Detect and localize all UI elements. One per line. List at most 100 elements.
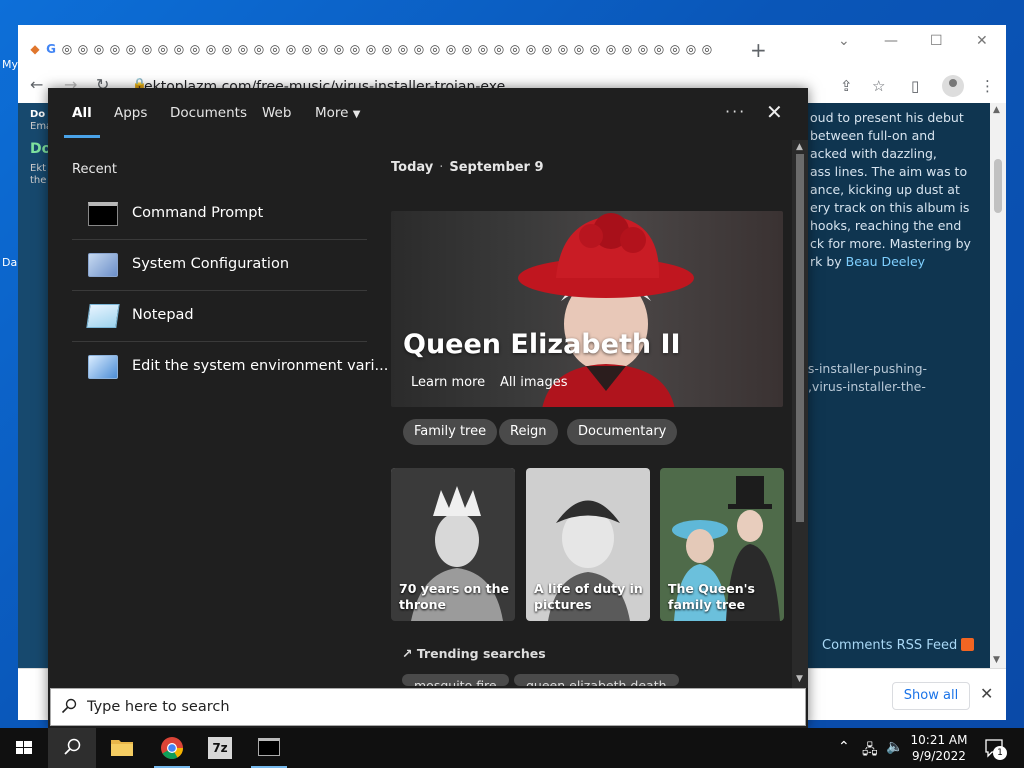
scroll-up-icon[interactable]: ▲ [993, 105, 1000, 115]
minimize-icon[interactable]: — [884, 33, 898, 49]
scroll-down-icon[interactable]: ▼ [993, 655, 1000, 665]
rss-label[interactable]: Comments RSS Feed [822, 638, 957, 653]
tab-favicon-icon[interactable]: ◎ [619, 41, 635, 57]
taskbar-file-explorer[interactable] [98, 728, 146, 768]
search-scroll-thumb[interactable] [796, 154, 804, 522]
menu-kebab-icon[interactable]: ⋮ [980, 77, 995, 95]
maximize-icon[interactable]: ☐ [930, 33, 943, 49]
tab-more[interactable]: More ▼ [315, 105, 360, 121]
bookmark-star-icon[interactable]: ☆ [872, 77, 885, 95]
tab-favicon-icon[interactable]: ◆ [27, 41, 43, 57]
network-icon[interactable]: 🖧 [862, 739, 878, 763]
scroll-up-icon[interactable]: ▲ [796, 142, 803, 152]
tab-favicon-icon[interactable]: ◎ [699, 41, 715, 57]
profile-avatar[interactable] [942, 75, 964, 97]
tab-favicon-icon[interactable]: ◎ [571, 41, 587, 57]
tab-favicon-icon[interactable]: ◎ [251, 41, 267, 57]
tab-favicon-icon[interactable]: ◎ [603, 41, 619, 57]
card-70-years[interactable]: 70 years on the throne [391, 468, 515, 621]
tab-favicon-icon[interactable]: ◎ [555, 41, 571, 57]
queen-hero-card[interactable]: Queen Elizabeth II Learn more All images [391, 211, 783, 407]
tab-favicon-icon[interactable]: ◎ [523, 41, 539, 57]
new-tab-button[interactable]: + [750, 38, 767, 62]
tab-favicon-icon[interactable]: ◎ [107, 41, 123, 57]
chip-family-tree[interactable]: Family tree [403, 419, 498, 445]
artist-link[interactable]: Beau Deeley [846, 254, 925, 269]
taskbar-chrome[interactable] [148, 728, 196, 768]
tab-favicon-icon[interactable]: ◎ [299, 41, 315, 57]
tab-favicon-icon[interactable]: ◎ [219, 41, 235, 57]
card-life-of-duty[interactable]: A life of duty in pictures [526, 468, 650, 621]
chip-reign[interactable]: Reign [499, 419, 558, 445]
taskbar-search-button[interactable] [48, 728, 96, 768]
tab-favicon-icon[interactable]: ◎ [395, 41, 411, 57]
tab-favicon-icon[interactable]: ◎ [683, 41, 699, 57]
tab-all[interactable]: All [72, 105, 92, 121]
search-close-icon[interactable]: ✕ [766, 100, 783, 124]
tab-favicon-icon[interactable]: ◎ [123, 41, 139, 57]
tab-favicon-icon[interactable]: ◎ [635, 41, 651, 57]
show-all-button[interactable]: Show all [892, 682, 970, 710]
tab-favicon-icon[interactable]: ◎ [347, 41, 363, 57]
trending-chip-mosquito-fire[interactable]: mosquito fire [402, 674, 509, 686]
tab-search-chevron-icon[interactable]: ⌄ [838, 33, 850, 49]
page-scrollbar[interactable]: ▲ ▼ [990, 103, 1006, 668]
window-close-icon[interactable]: ✕ [976, 33, 988, 49]
chip-documentary[interactable]: Documentary [567, 419, 678, 445]
tab-favicon-icon[interactable]: ◎ [331, 41, 347, 57]
tab-favicon-icon[interactable]: ◎ [203, 41, 219, 57]
google-favicon-icon[interactable]: G [43, 41, 59, 57]
card-family-tree[interactable]: The Queen's family tree [660, 468, 784, 621]
share-icon[interactable]: ⇪ [840, 77, 853, 95]
tab-documents[interactable]: Documents [170, 105, 247, 121]
download-bar-close-icon[interactable]: ✕ [980, 684, 993, 703]
tab-apps[interactable]: Apps [114, 105, 147, 121]
tab-favicon-icon[interactable]: ◎ [443, 41, 459, 57]
taskbar-search-box[interactable] [50, 688, 806, 726]
tab-more-label[interactable]: More [315, 105, 348, 121]
tab-favicon-icon[interactable]: ◎ [459, 41, 475, 57]
recent-item-system-configuration[interactable]: System Configuration [72, 240, 367, 291]
start-button[interactable] [0, 728, 48, 768]
tab-favicon-icon[interactable]: ◎ [91, 41, 107, 57]
tab-favicon-icon[interactable]: ◎ [507, 41, 523, 57]
volume-icon[interactable]: 🔈 [886, 739, 903, 755]
scroll-down-icon[interactable]: ▼ [796, 674, 803, 684]
show-hidden-icons-chevron-icon[interactable]: ⌃ [838, 739, 850, 755]
all-images-link[interactable]: All images [500, 375, 568, 390]
system-clock[interactable]: 10:21 AM 9/9/2022 [908, 732, 970, 764]
tab-favicon-icon[interactable]: ◎ [235, 41, 251, 57]
recent-item-environment-variables[interactable]: Edit the system environment vari... [72, 342, 388, 393]
tab-favicon-icon[interactable]: ◎ [155, 41, 171, 57]
taskbar-7zip[interactable]: 7z [196, 728, 244, 768]
tab-favicon-icon[interactable]: ◎ [491, 41, 507, 57]
tab-favicon-icon[interactable]: ◎ [379, 41, 395, 57]
hero-title[interactable]: Queen Elizabeth II [403, 329, 681, 360]
recent-item-notepad[interactable]: Notepad [72, 291, 367, 342]
taskbar-command-prompt[interactable] [245, 728, 293, 768]
comments-rss-link[interactable]: Comments RSS Feed [822, 638, 975, 653]
tab-favicon-icon[interactable]: ◎ [171, 41, 187, 57]
page-scroll-thumb[interactable] [994, 159, 1002, 213]
tab-favicon-icon[interactable]: ◎ [75, 41, 91, 57]
tab-favicon-icon[interactable]: ◎ [651, 41, 667, 57]
tab-favicon-icon[interactable]: ◎ [59, 41, 75, 57]
learn-more-link[interactable]: Learn more [411, 375, 485, 390]
trending-chip-queen-elizabeth-death[interactable]: queen elizabeth death [514, 674, 679, 686]
tab-favicon-icon[interactable]: ◎ [411, 41, 427, 57]
tab-favicon-icon[interactable]: ◎ [667, 41, 683, 57]
tab-favicon-icon[interactable]: ◎ [427, 41, 443, 57]
tab-favicon-icon[interactable]: ◎ [139, 41, 155, 57]
tab-favicon-icon[interactable]: ◎ [267, 41, 283, 57]
tab-favicon-icon[interactable]: ◎ [587, 41, 603, 57]
recent-item-command-prompt[interactable]: Command Prompt [72, 189, 367, 240]
side-panel-icon[interactable]: ▯ [911, 77, 919, 95]
more-options-icon[interactable]: ··· [725, 102, 746, 121]
tab-favicon-icon[interactable]: ◎ [475, 41, 491, 57]
tab-favicon-icon[interactable]: ◎ [539, 41, 555, 57]
tab-web[interactable]: Web [262, 105, 291, 121]
tab-favicon-icon[interactable]: ◎ [315, 41, 331, 57]
back-arrow-icon[interactable]: ← [30, 75, 43, 94]
search-input[interactable] [87, 694, 787, 720]
tab-favicon-icon[interactable]: ◎ [363, 41, 379, 57]
